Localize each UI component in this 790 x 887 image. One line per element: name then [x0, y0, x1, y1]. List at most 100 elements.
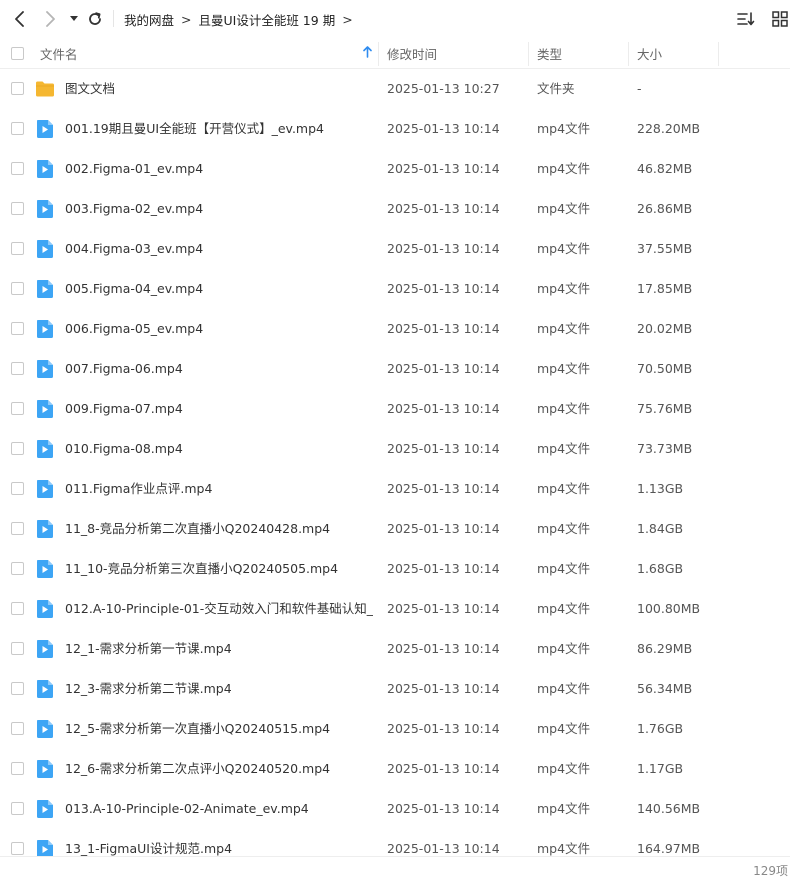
table-row[interactable]: 013.A-10-Principle-02-Animate_ev.mp4 2025… — [0, 789, 790, 829]
file-name[interactable]: 11_8-竞品分析第二次直播小Q20240428.mp4 — [65, 509, 373, 549]
file-size: 1.76GB — [637, 721, 684, 736]
breadcrumb-item-current[interactable]: 且曼UI设计全能班 19 期 — [199, 10, 336, 29]
modified-time: 2025-01-13 10:14 — [387, 201, 500, 216]
breadcrumb-item-root[interactable]: 我的网盘 — [124, 10, 174, 29]
table-row[interactable]: 12_5-需求分析第一次直播小Q20240515.mp4 2025-01-13 1… — [0, 709, 790, 749]
file-name[interactable]: 013.A-10-Principle-02-Animate_ev.mp4 — [65, 789, 373, 829]
table-row[interactable]: 12_6-需求分析第二次点评小Q20240520.mp4 2025-01-13 1… — [0, 749, 790, 789]
file-size: - — [637, 81, 642, 96]
row-checkbox[interactable] — [11, 282, 24, 295]
caret-down-icon — [70, 16, 78, 21]
table-row[interactable]: 004.Figma-03_ev.mp4 2025-01-13 10:14 mp4文件… — [0, 229, 790, 269]
file-name[interactable]: 12_3-需求分析第二节课.mp4 — [65, 669, 373, 709]
table-row[interactable]: 图文文档 2025-01-13 10:27 文件夹 - — [0, 69, 790, 109]
column-size-header[interactable]: 大小 — [637, 38, 662, 69]
row-checkbox[interactable] — [11, 402, 24, 415]
modified-time: 2025-01-13 10:14 — [387, 401, 500, 416]
table-row[interactable]: 12_3-需求分析第二节课.mp4 2025-01-13 10:14 mp4文件 56… — [0, 669, 790, 709]
column-name-header[interactable]: 文件名 — [40, 38, 78, 69]
row-checkbox[interactable] — [11, 362, 24, 375]
table-row[interactable]: 002.Figma-01_ev.mp4 2025-01-13 10:14 mp4文件… — [0, 149, 790, 189]
table-row[interactable]: 005.Figma-04_ev.mp4 2025-01-13 10:14 mp4文件… — [0, 269, 790, 309]
table-row[interactable]: 011.Figma作业点评.mp4 2025-01-13 10:14 mp4文件 1.… — [0, 469, 790, 509]
modified-time: 2025-01-13 10:14 — [387, 681, 500, 696]
file-name[interactable]: 007.Figma-06.mp4 — [65, 349, 373, 389]
row-checkbox[interactable] — [11, 122, 24, 135]
chevron-left-icon — [15, 11, 24, 27]
row-checkbox[interactable] — [11, 562, 24, 575]
file-name[interactable]: 13_1-FigmaUI设计规范.mp4 — [65, 829, 373, 856]
row-checkbox[interactable] — [11, 802, 24, 815]
file-size: 26.86MB — [637, 201, 693, 216]
row-checkbox[interactable] — [11, 82, 24, 95]
history-dropdown-button[interactable] — [64, 9, 84, 29]
file-name[interactable]: 002.Figma-01_ev.mp4 — [65, 149, 373, 189]
modified-time: 2025-01-13 10:14 — [387, 281, 500, 296]
video-file-icon — [35, 439, 55, 459]
file-name[interactable]: 004.Figma-03_ev.mp4 — [65, 229, 373, 269]
video-file-icon — [35, 199, 55, 219]
file-size: 228.20MB — [637, 121, 701, 136]
row-checkbox[interactable] — [11, 842, 24, 855]
table-row[interactable]: 13_1-FigmaUI设计规范.mp4 2025-01-13 10:14 mp4文… — [0, 829, 790, 856]
select-all-checkbox[interactable] — [11, 47, 24, 60]
video-file-icon — [35, 399, 55, 419]
file-name[interactable]: 001.19期且曼UI全能班【开营仪式】_ev.mp4 — [65, 109, 373, 149]
sort-button[interactable] — [736, 9, 756, 29]
row-checkbox[interactable] — [11, 162, 24, 175]
breadcrumb-separator[interactable]: > — [342, 12, 352, 27]
file-name[interactable]: 006.Figma-05_ev.mp4 — [65, 309, 373, 349]
table-row[interactable]: 11_10-竞品分析第三次直播小Q20240505.mp4 2025-01-13 … — [0, 549, 790, 589]
column-separator[interactable] — [378, 42, 379, 66]
table-row[interactable]: 12_1-需求分析第一节课.mp4 2025-01-13 10:14 mp4文件 86… — [0, 629, 790, 669]
modified-time: 2025-01-13 10:14 — [387, 801, 500, 816]
table-row[interactable]: 001.19期且曼UI全能班【开营仪式】_ev.mp4 2025-01-13 10… — [0, 109, 790, 149]
view-mode-button[interactable] — [770, 9, 790, 29]
video-file-icon — [35, 559, 55, 579]
video-file-icon — [35, 839, 55, 856]
file-type: mp4文件 — [537, 361, 591, 376]
file-type: mp4文件 — [537, 321, 591, 336]
file-name[interactable]: 12_1-需求分析第一节课.mp4 — [65, 629, 373, 669]
row-checkbox[interactable] — [11, 762, 24, 775]
file-name[interactable]: 012.A-10-Principle-01-交互动效入门和软件基础认知_... — [65, 589, 373, 629]
file-name[interactable]: 图文文档 — [65, 69, 373, 109]
column-separator[interactable] — [628, 42, 629, 66]
file-name[interactable]: 005.Figma-04_ev.mp4 — [65, 269, 373, 309]
column-separator[interactable] — [528, 42, 529, 66]
column-type-header[interactable]: 类型 — [537, 38, 562, 69]
file-size: 17.85MB — [637, 281, 693, 296]
table-row[interactable]: 007.Figma-06.mp4 2025-01-13 10:14 mp4文件 70.… — [0, 349, 790, 389]
file-size: 75.76MB — [637, 401, 693, 416]
forward-button[interactable] — [40, 9, 60, 29]
row-checkbox[interactable] — [11, 482, 24, 495]
file-name[interactable]: 003.Figma-02_ev.mp4 — [65, 189, 373, 229]
file-name[interactable]: 11_10-竞品分析第三次直播小Q20240505.mp4 — [65, 549, 373, 589]
row-checkbox[interactable] — [11, 722, 24, 735]
row-checkbox[interactable] — [11, 442, 24, 455]
file-name[interactable]: 12_6-需求分析第二次点评小Q20240520.mp4 — [65, 749, 373, 789]
table-row[interactable]: 003.Figma-02_ev.mp4 2025-01-13 10:14 mp4文件… — [0, 189, 790, 229]
row-checkbox[interactable] — [11, 522, 24, 535]
row-checkbox[interactable] — [11, 322, 24, 335]
file-name[interactable]: 010.Figma-08.mp4 — [65, 429, 373, 469]
table-row[interactable]: 010.Figma-08.mp4 2025-01-13 10:14 mp4文件 73.… — [0, 429, 790, 469]
row-checkbox[interactable] — [11, 682, 24, 695]
column-separator[interactable] — [718, 42, 719, 66]
table-row[interactable]: 012.A-10-Principle-01-交互动效入门和软件基础认知_... 2… — [0, 589, 790, 629]
row-checkbox[interactable] — [11, 202, 24, 215]
row-checkbox[interactable] — [11, 602, 24, 615]
column-time-header[interactable]: 修改时间 — [387, 38, 437, 69]
file-name[interactable]: 011.Figma作业点评.mp4 — [65, 469, 373, 509]
refresh-button[interactable] — [85, 9, 105, 29]
file-name[interactable]: 009.Figma-07.mp4 — [65, 389, 373, 429]
modified-time: 2025-01-13 10:14 — [387, 761, 500, 776]
row-checkbox[interactable] — [11, 242, 24, 255]
file-size: 100.80MB — [637, 601, 701, 616]
file-name[interactable]: 12_5-需求分析第一次直播小Q20240515.mp4 — [65, 709, 373, 749]
table-row[interactable]: 006.Figma-05_ev.mp4 2025-01-13 10:14 mp4文件… — [0, 309, 790, 349]
table-row[interactable]: 009.Figma-07.mp4 2025-01-13 10:14 mp4文件 75.… — [0, 389, 790, 429]
row-checkbox[interactable] — [11, 642, 24, 655]
table-row[interactable]: 11_8-竞品分析第二次直播小Q20240428.mp4 2025-01-13 1… — [0, 509, 790, 549]
back-button[interactable] — [10, 9, 30, 29]
